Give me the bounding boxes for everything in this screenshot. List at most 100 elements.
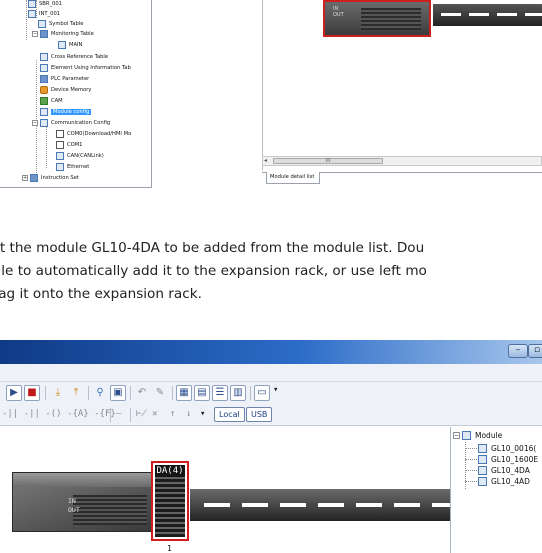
local-button[interactable]: Local [214,407,245,422]
plc-in-label: IN [68,497,76,505]
window-title-bar[interactable]: – ▫ [0,340,542,364]
port-check-icon [56,130,64,138]
tree-item-instruction-set[interactable]: + Instruction Set [22,173,79,183]
tree-item-module-config[interactable]: Module config [40,107,92,117]
port-check-icon [56,141,64,149]
expansion-rail[interactable] [190,489,458,521]
tree-item-sbr001[interactable]: SBR_001 [28,0,62,9]
minimize-button[interactable]: – [508,344,528,358]
rack-canvas-bottom[interactable]: IN OUT DA(4) 1 [0,427,458,553]
grid-view-icon[interactable]: ▦ [176,385,192,401]
tree-item-com1[interactable]: COM1 [56,140,82,150]
tree-item-main[interactable]: MAIN [58,40,82,50]
collapse-icon[interactable]: − [32,120,38,126]
tree-item-int001[interactable]: INT_001 [28,9,60,19]
undo-icon[interactable]: ↶ [134,385,150,401]
module-config-icon [40,108,48,116]
module-terminals [155,477,185,537]
cam-icon [40,97,48,105]
tree-item-com0[interactable]: COM0(Download/HMI Mo [56,129,131,139]
project-screenshot-bottom: – ▫ ▶ ■ ⤓ ⤒ ⚲ ▣ ↶ ✎ ▦ ▤ ☰ ▥ ▭ ▾ -|| -|| … [0,340,542,553]
dropdown-arrow-icon[interactable]: ▾ [273,385,278,395]
rising-edge-icon[interactable]: ↑ [170,409,175,419]
table-icon [38,20,46,28]
table-view-icon[interactable]: ▤ [194,385,210,401]
dropdown-arrow-icon[interactable]: ▾ [200,409,205,419]
tree-item-monitoring-table[interactable]: − Monitoring Table [32,29,94,39]
module-head-label: DA(4) [155,465,185,477]
tree-item-communication-config[interactable]: − Communication Config [32,118,110,128]
module-item-gl10-4ad[interactable]: GL10_4AD [478,476,530,487]
communication-icon [40,119,48,127]
tree-item-canlink[interactable]: CAN(CANLink) [56,151,104,161]
edit-icon[interactable]: ✎ [152,385,168,401]
project-screenshot-top: SBR_001 INT_001 Symbol Table − Monitorin… [0,0,542,190]
falling-edge-icon[interactable]: ↓ [186,409,191,419]
display-icon[interactable]: ▭ [254,385,270,401]
table-icon [40,64,48,72]
expand-icon[interactable]: + [22,175,28,181]
program-icon [28,10,36,18]
tree-item-ethernet[interactable]: Ethernet [56,162,89,172]
expansion-rail[interactable] [433,4,542,26]
detail-view-icon[interactable]: ▥ [230,385,246,401]
tree-item-cam[interactable]: CAM [40,96,63,106]
ladder-instruction-icons[interactable]: -|| -|| -() -{A} -{F} [2,409,116,419]
upload-icon[interactable]: ⤒ [68,385,84,401]
run-icon[interactable]: ▶ [6,385,22,401]
tree-item-element-using-info[interactable]: Element Using Information Tab [40,63,131,73]
cross-icon[interactable]: ✕ [152,409,157,419]
scroll-thumb[interactable]: III [273,158,383,164]
module-item-gl10-4da[interactable]: GL10_4DA [478,465,530,476]
rack-canvas-top[interactable]: IN OUT [262,0,542,170]
monitor-table-icon [40,30,48,38]
plc-main-unit-selected[interactable]: IN OUT [323,0,431,37]
tree-item-symbol-table[interactable]: Symbol Table [38,19,83,29]
plc-out-label: OUT [333,12,344,18]
monitor-icon[interactable]: ⚲ [92,385,108,401]
module-list-panel: − Module GL10_0016( GL10_1600E GL10_4DA … [450,427,542,553]
project-tree-panel: SBR_001 INT_001 Symbol Table − Monitorin… [0,0,152,188]
instruction-text: ect the module GL10-4DA to be added from… [0,237,542,306]
list-view-icon[interactable]: ☰ [212,385,228,401]
maximize-button[interactable]: ▫ [528,344,542,358]
table-icon [58,41,66,49]
module-item-gl10-0016[interactable]: GL10_0016( [478,443,536,454]
horizontal-scrollbar[interactable]: ◂ III [262,156,542,166]
cross-reference-icon [40,53,48,61]
plc-main-unit[interactable]: IN OUT [12,472,153,532]
instruction-line-2: dule to automatically add it to the expa… [0,263,427,279]
instruction-set-icon [30,174,38,182]
toolbar-main: ▶ ■ ⤓ ⤒ ⚲ ▣ ↶ ✎ ▦ ▤ ☰ ▥ ▭ ▾ [0,382,542,404]
tree-item-plc-parameter[interactable]: PLC Parameter [40,74,89,84]
plc-out-label: OUT [68,506,80,514]
download-icon[interactable]: ⤓ [50,385,66,401]
parameter-icon [40,75,48,83]
module-slot-number: 1 [167,544,173,553]
module-icon [478,455,487,464]
module-icon [478,477,487,486]
ethernet-icon [56,163,64,171]
invert-icon[interactable]: ⊬ [136,409,147,419]
usb-button[interactable]: USB [246,407,273,422]
can-icon [56,152,64,160]
line-icon[interactable]: — [116,409,121,419]
collapse-icon[interactable]: − [32,31,38,37]
module-icon [478,466,487,475]
tree-item-device-memory[interactable]: Device Memory [40,85,92,95]
instruction-line-3: drag it onto the expansion rack. [0,286,202,302]
program-icon [28,0,36,8]
plc-terminal-grille [361,8,421,30]
module-icon [478,444,487,453]
scroll-left-icon[interactable]: ◂ [264,157,267,164]
tree-item-cross-reference[interactable]: Cross Reference Table [40,52,108,62]
tab-module-detail-list[interactable]: Module detail list [266,172,320,184]
stop-icon[interactable]: ■ [24,385,40,401]
toolbar-ladder: -|| -|| -() -{A} -{F} — ⊬ ✕ ↑ ↓ ▾ Local … [0,404,542,426]
online-edit-icon[interactable]: ▣ [110,385,126,401]
module-item-gl10-1600[interactable]: GL10_1600E [478,454,538,465]
folder-icon [462,431,471,440]
module-root[interactable]: − Module [453,430,502,441]
collapse-icon[interactable]: − [453,432,460,439]
expansion-module-da4[interactable]: DA(4) [151,461,189,541]
